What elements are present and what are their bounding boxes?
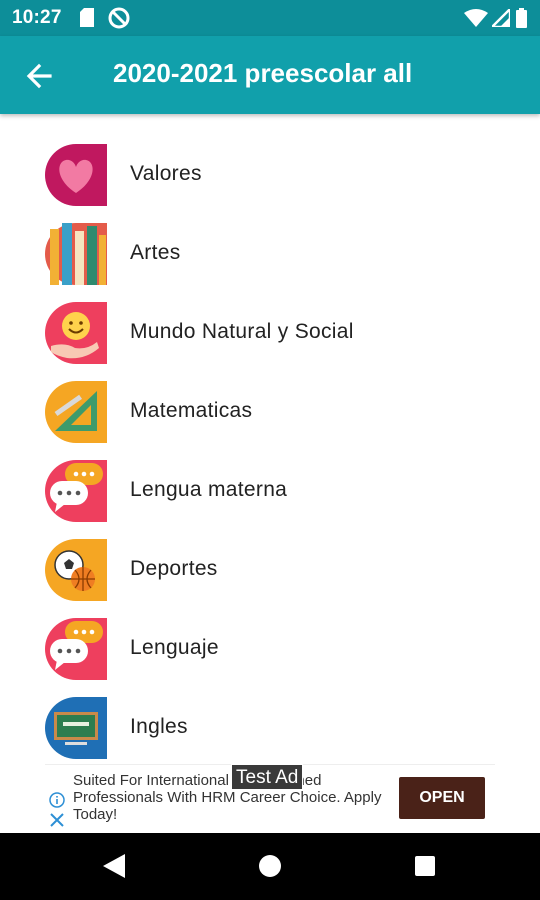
smiley-hand-icon <box>45 302 107 364</box>
wifi-icon <box>464 9 488 27</box>
list-item-valores[interactable]: Valores <box>0 135 540 214</box>
list-item-ingles[interactable]: Ingles <box>0 688 540 767</box>
chat-bubbles-icon <box>45 618 107 680</box>
app-bar: 2020-2021 preescolar all <box>0 36 540 114</box>
info-icon[interactable] <box>49 792 65 808</box>
list-item-mundo-natural[interactable]: Mundo Natural y Social <box>0 293 540 372</box>
list-item-label: Matematicas <box>130 399 253 422</box>
nav-back-icon[interactable] <box>103 854 125 878</box>
status-bar: 10:27 <box>0 0 540 36</box>
list-item-artes[interactable]: Artes <box>0 214 540 293</box>
list-item-label: Deportes <box>130 557 218 580</box>
no-disturb-icon <box>108 7 130 29</box>
list-item-deportes[interactable]: Deportes <box>0 530 540 609</box>
battery-icon <box>516 8 527 28</box>
sports-balls-icon <box>45 539 107 601</box>
test-ad-label: Test Ad <box>231 764 304 790</box>
ad-open-button[interactable]: OPEN <box>399 777 485 819</box>
english-board-icon <box>45 697 107 759</box>
list-item-lengua-materna[interactable]: Lengua materna <box>0 451 540 530</box>
list-item-matematicas[interactable]: Matematicas <box>0 372 540 451</box>
close-icon[interactable] <box>50 813 64 827</box>
list-item-lenguaje[interactable]: Lenguaje <box>0 609 540 688</box>
list-item-label: Lengua materna <box>130 478 288 501</box>
list-item-label: Valores <box>130 162 202 185</box>
page-title: 2020-2021 preescolar all <box>113 58 413 88</box>
chat-bubbles-icon <box>45 460 107 522</box>
signal-icon <box>492 9 510 27</box>
list-item-label: Mundo Natural y Social <box>130 320 354 343</box>
nav-home-icon[interactable] <box>259 855 281 877</box>
list-item-label: Artes <box>130 241 181 264</box>
status-time: 10:27 <box>12 7 62 28</box>
list-item-label: Lenguaje <box>130 636 219 659</box>
list-item-label: Ingles <box>130 715 188 738</box>
nav-recents-icon[interactable] <box>415 856 435 876</box>
navigation-bar <box>0 833 540 900</box>
arrow-back-icon <box>26 63 52 89</box>
heart-icon <box>45 144 107 206</box>
back-button[interactable] <box>20 56 60 96</box>
art-supplies-icon <box>45 223 107 285</box>
ruler-triangle-icon <box>45 381 107 443</box>
sd-card-icon <box>80 8 94 27</box>
